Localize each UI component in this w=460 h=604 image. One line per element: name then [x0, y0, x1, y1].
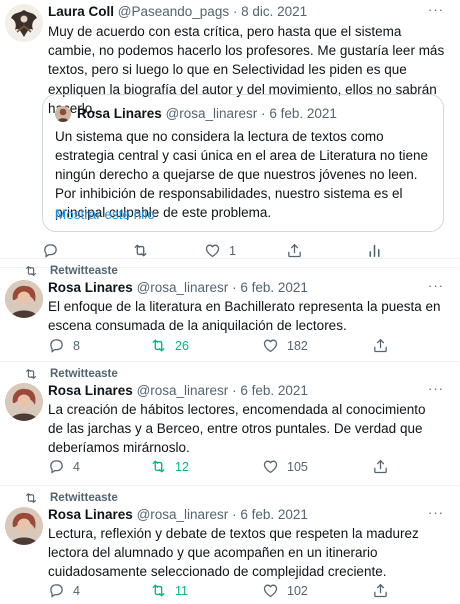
more-options-icon[interactable]: ··· [428, 2, 444, 17]
like-count: 182 [287, 338, 308, 353]
retweet-button[interactable]: 26 [150, 337, 189, 354]
retweet-small-icon [24, 264, 38, 278]
like-count: 1 [229, 243, 236, 258]
reply-button[interactable]: 4 [48, 458, 80, 475]
avatar[interactable] [5, 507, 43, 545]
tweet-date[interactable]: · 6 feb. 2021 [232, 383, 308, 398]
tweet-header: Rosa Linares @rosa_linaresr · 6 feb. 202… [48, 280, 308, 296]
like-button[interactable]: 102 [262, 582, 308, 599]
analytics-button[interactable] [366, 242, 383, 259]
tweet-3[interactable]: Retwitteaste Rosa Linares @rosa_linaresr… [0, 362, 460, 486]
retweet-button[interactable] [132, 242, 157, 259]
reply-icon [42, 242, 59, 259]
reply-count: 4 [73, 459, 80, 474]
share-button[interactable] [286, 242, 303, 259]
author-handle[interactable]: @rosa_linaresr [137, 507, 229, 522]
tweet-date[interactable]: · 6 feb. 2021 [232, 280, 308, 295]
more-options-icon[interactable]: ··· [428, 505, 444, 520]
retweet-icon [150, 458, 167, 475]
author-name[interactable]: Rosa Linares [48, 383, 133, 398]
retweet-icon [150, 337, 167, 354]
quoted-tweet[interactable]: Rosa Linares @rosa_linaresr · 6 feb. 202… [42, 94, 444, 232]
share-icon [372, 337, 389, 354]
tweet-2[interactable]: Retwitteaste Rosa Linares @rosa_linaresr… [0, 258, 460, 362]
analytics-icon [366, 242, 383, 259]
like-button[interactable]: 182 [262, 337, 308, 354]
retweeted-indicator: Retwitteaste [24, 367, 118, 381]
retweet-button[interactable]: 12 [150, 458, 189, 475]
retweet-button[interactable]: 11 [150, 582, 188, 599]
retweet-icon [150, 582, 167, 599]
author-handle[interactable]: @rosa_linaresr [137, 383, 229, 398]
quoted-avatar [55, 106, 71, 122]
retweeted-label: Retwitteaste [50, 368, 118, 380]
retweet-count: 12 [175, 459, 189, 474]
author-name[interactable]: Laura Coll [48, 4, 114, 19]
retweet-small-icon [24, 367, 38, 381]
avatar[interactable] [5, 4, 43, 42]
tweet-actions: 8 26 182 [0, 337, 460, 357]
quoted-author-name: Rosa Linares [77, 106, 162, 121]
author-name[interactable]: Rosa Linares [48, 507, 133, 522]
tweet-date[interactable]: · 6 feb. 2021 [232, 507, 308, 522]
more-options-icon[interactable]: ··· [428, 381, 444, 396]
author-handle[interactable]: @rosa_linaresr [137, 280, 229, 295]
avatar[interactable] [5, 280, 43, 318]
reply-count: 4 [73, 583, 80, 598]
tweet-actions: 4 12 105 [0, 458, 460, 478]
tweet-header: Laura Coll @Paseando_pags · 8 dic. 2021 [48, 4, 307, 20]
share-button[interactable] [372, 337, 389, 354]
like-icon [262, 337, 279, 354]
like-button[interactable]: 105 [262, 458, 308, 475]
reply-icon [48, 582, 65, 599]
author-name[interactable]: Rosa Linares [48, 280, 133, 295]
retweet-icon [132, 242, 149, 259]
tweet-actions: 4 11 102 [0, 582, 460, 602]
author-handle[interactable]: @Paseando_pags [118, 4, 229, 19]
reply-button[interactable] [42, 242, 67, 259]
like-count: 102 [287, 583, 308, 598]
tweet-text: Lectura, reflexión y debate de textos qu… [48, 526, 419, 580]
tweet-1[interactable]: Laura Coll @Paseando_pags · 8 dic. 2021 … [0, 0, 460, 268]
retweet-small-icon [24, 491, 38, 505]
reply-count: 8 [73, 338, 80, 353]
quoted-tweet-date: · 6 feb. 2021 [261, 106, 337, 121]
retweeted-label: Retwitteaste [50, 492, 118, 504]
show-thread-link[interactable]: Mostrar este hilo [55, 207, 155, 222]
more-options-icon[interactable]: ··· [428, 278, 444, 293]
reply-button[interactable]: 4 [48, 582, 80, 599]
retweet-count: 11 [175, 583, 188, 598]
retweeted-indicator: Retwitteaste [24, 264, 118, 278]
like-icon [204, 242, 221, 259]
avatar[interactable] [5, 383, 43, 421]
share-icon [372, 582, 389, 599]
reply-icon [48, 458, 65, 475]
retweet-count: 26 [175, 338, 189, 353]
like-count: 105 [287, 459, 308, 474]
tweet-text: El enfoque de la literatura en Bachiller… [48, 299, 441, 334]
retweeted-indicator: Retwitteaste [24, 491, 118, 505]
quoted-header: Rosa Linares @rosa_linaresr · 6 feb. 202… [77, 106, 337, 121]
tweet-text: La creación de hábitos lectores, encomen… [48, 402, 426, 456]
retweeted-label: Retwitteaste [50, 265, 118, 277]
share-icon [286, 242, 303, 259]
like-icon [262, 458, 279, 475]
tweet-header: Rosa Linares @rosa_linaresr · 6 feb. 202… [48, 507, 308, 523]
quoted-author-handle: @rosa_linaresr [165, 106, 258, 121]
tweet-4[interactable]: Retwitteaste Rosa Linares @rosa_linaresr… [0, 486, 460, 604]
tweet-date[interactable]: · 8 dic. 2021 [233, 4, 307, 19]
reply-icon [48, 337, 65, 354]
share-button[interactable] [372, 582, 389, 599]
reply-button[interactable]: 8 [48, 337, 80, 354]
share-icon [372, 458, 389, 475]
share-button[interactable] [372, 458, 389, 475]
like-button[interactable]: 1 [204, 242, 236, 259]
tweet-header: Rosa Linares @rosa_linaresr · 6 feb. 202… [48, 383, 308, 399]
like-icon [262, 582, 279, 599]
